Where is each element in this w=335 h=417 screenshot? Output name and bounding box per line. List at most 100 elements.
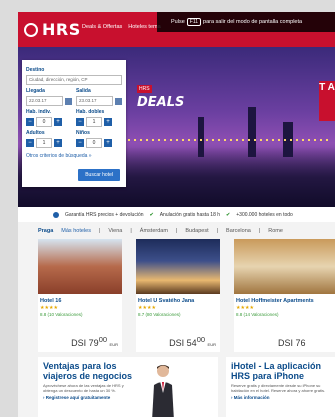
f11-key: F11: [186, 18, 202, 26]
hotel-price: DSI 76: [278, 335, 306, 348]
destination-label: Destino: [26, 67, 45, 73]
guarantee-item-3: +300.000 hoteles en todo: [236, 211, 293, 218]
more-info-link[interactable]: › Más información: [231, 395, 330, 400]
minus-button[interactable]: −: [76, 139, 84, 147]
price-amount: DSI 76: [278, 338, 306, 348]
check-icon: ✔: [226, 211, 231, 218]
promo-side-tab[interactable]: T A: [319, 81, 335, 121]
tab-amsterdam[interactable]: Ámsterdam: [140, 228, 168, 234]
plus-button[interactable]: +: [54, 139, 62, 147]
register-link[interactable]: › Registrese aquí gratuitamente: [43, 395, 213, 400]
hotel-price: DSI 7900 EUR: [71, 335, 118, 348]
info-panels: Ventajas para los viajeros de negocios A…: [38, 357, 335, 417]
children-value[interactable]: 0: [86, 138, 102, 148]
hotel-search-form: Destino Ciudad, dirección, región, CP Ll…: [22, 60, 126, 187]
hotel-photo: [38, 239, 122, 294]
double-rooms-stepper: − 1 +: [76, 117, 122, 127]
more-criteria-link[interactable]: Otros criterios de búsqueda »: [26, 153, 122, 159]
price-amount: DSI 54: [169, 338, 197, 348]
check-icon: ✔: [149, 211, 154, 218]
hotel-rating: 8.8 (14 Valoraciones): [236, 312, 279, 317]
city-lights: [128, 139, 328, 141]
deals-main-label: DEALS: [137, 95, 185, 110]
hotel-name[interactable]: Hotel U Svatého Jana: [138, 298, 218, 304]
plus-button[interactable]: +: [54, 118, 62, 126]
businessman-photo: [152, 365, 174, 417]
ihotel-panel: iHotel - La aplicación HRS para iPhone R…: [226, 357, 335, 417]
minus-button[interactable]: −: [26, 139, 34, 147]
main-nav: Deals & Offertas Hoteles tema: [82, 24, 161, 30]
price-currency: EUR: [109, 342, 118, 347]
adults-value[interactable]: 1: [36, 138, 52, 148]
hrs-logo-icon: [24, 22, 38, 37]
guarantee-icon: [53, 211, 59, 218]
tab-barcelona[interactable]: Barcelona: [226, 228, 251, 234]
plus-button[interactable]: +: [104, 139, 112, 147]
minus-button[interactable]: −: [76, 118, 84, 126]
destination-input[interactable]: Ciudad, dirección, región, CP: [26, 75, 122, 85]
price-decimals: 00: [98, 335, 108, 344]
hotel-card[interactable]: Hotel U Svatého Jana ★★★★ 8.7 (80 Valora…: [136, 239, 220, 352]
tab-separator: |: [175, 228, 178, 234]
calendar-icon[interactable]: [65, 97, 72, 105]
hero-banner: HRS DEALS T A Destino Ciudad, dirección,…: [18, 47, 335, 207]
tab-praga[interactable]: Praga: [38, 228, 53, 234]
children-label: Niños: [76, 130, 90, 136]
fullscreen-suffix: para salir del modo de pantalla completa: [203, 19, 303, 25]
guarantee-item-1: Garantía HRS precios + devolución: [65, 211, 144, 218]
hotel-card[interactable]: Hotel 16 ★★★★ 8.8 (10 Valoraciones) DSI …: [38, 239, 122, 352]
hotel-name[interactable]: Hotel Hoffmeister Apartments: [236, 298, 333, 304]
site-header: HRS Deals & Offertas Hoteles tema Pulse …: [18, 12, 335, 47]
more-hotels-link[interactable]: Más hoteles: [61, 228, 91, 234]
price-amount: DSI 79: [71, 338, 99, 348]
hotel-rating: 8.7 (80 Valoraciones): [138, 312, 181, 317]
price-decimals: 00: [196, 335, 206, 344]
tab-separator: |: [130, 228, 132, 234]
business-title: Ventajas para los viajeros de negocios: [43, 361, 133, 381]
double-rooms-label: Hab. dobles: [76, 109, 105, 115]
nav-deals[interactable]: Deals & Offertas: [82, 24, 122, 30]
single-rooms-value[interactable]: 0: [36, 117, 52, 127]
hrs-logo-text: HRS: [42, 20, 81, 39]
business-panel: Ventajas para los viajeros de negocios A…: [38, 357, 218, 417]
deals-top-label: HRS: [137, 85, 152, 93]
hotel-card[interactable]: Hotel Hoffmeister Apartments ★★★★ 8.8 (1…: [234, 239, 335, 352]
city-tabs: Praga Más hoteles | Viena | Ámsterdam | …: [38, 225, 335, 237]
price-currency: EUR: [207, 342, 216, 347]
register-link-label: Registrese aquí gratuitamente: [45, 395, 111, 400]
hotel-cards: Hotel 16 ★★★★ 8.8 (10 Valoraciones) DSI …: [38, 239, 335, 354]
tab-rome[interactable]: Rome: [268, 228, 283, 234]
hotel-rating: 8.8 (10 Valoraciones): [40, 312, 83, 317]
hotel-photo: [234, 239, 335, 294]
double-rooms-value[interactable]: 1: [86, 117, 102, 127]
single-rooms-label: Hab. indiv.: [26, 109, 51, 115]
fullscreen-notice: Pulse F11 para salir del modo de pantall…: [157, 12, 335, 32]
guarantee-bar: Garantía HRS precios + devolución ✔ Anul…: [18, 207, 335, 222]
more-info-label: Más información: [233, 395, 270, 400]
single-rooms-stepper: − 0 +: [26, 117, 72, 127]
tab-viena[interactable]: Viena: [108, 228, 122, 234]
hotel-stars: ★★★★: [236, 305, 254, 311]
hotel-photo: [136, 239, 220, 294]
minus-button[interactable]: −: [26, 118, 34, 126]
browser-page: HRS Deals & Offertas Hoteles tema Pulse …: [18, 12, 335, 417]
adults-stepper: − 1 +: [26, 138, 72, 148]
hrs-logo[interactable]: HRS: [24, 20, 81, 39]
tab-separator: |: [216, 228, 219, 234]
tab-separator: |: [258, 228, 261, 234]
ihotel-title: iHotel - La aplicación HRS para iPhone: [231, 361, 322, 381]
deals-badge[interactable]: HRS DEALS: [137, 77, 192, 110]
fullscreen-prefix: Pulse: [171, 19, 185, 25]
tab-budapest[interactable]: Budapest: [185, 228, 208, 234]
calendar-icon[interactable]: [115, 97, 122, 105]
search-hotel-button[interactable]: Buscar hotel: [78, 169, 120, 181]
checkin-input[interactable]: 22.03.17: [26, 96, 63, 106]
checkout-input[interactable]: 23.03.17: [76, 96, 113, 106]
hotel-price: DSI 5400 EUR: [169, 335, 216, 348]
hotel-stars: ★★★★: [40, 305, 58, 311]
tab-separator: |: [98, 228, 101, 234]
hotel-name[interactable]: Hotel 16: [40, 298, 120, 304]
plus-button[interactable]: +: [104, 118, 112, 126]
nav-themed-hotels[interactable]: Hoteles tema: [128, 24, 160, 30]
business-text: Aprovéchese ahora de las ventajas de HRS…: [43, 383, 124, 393]
